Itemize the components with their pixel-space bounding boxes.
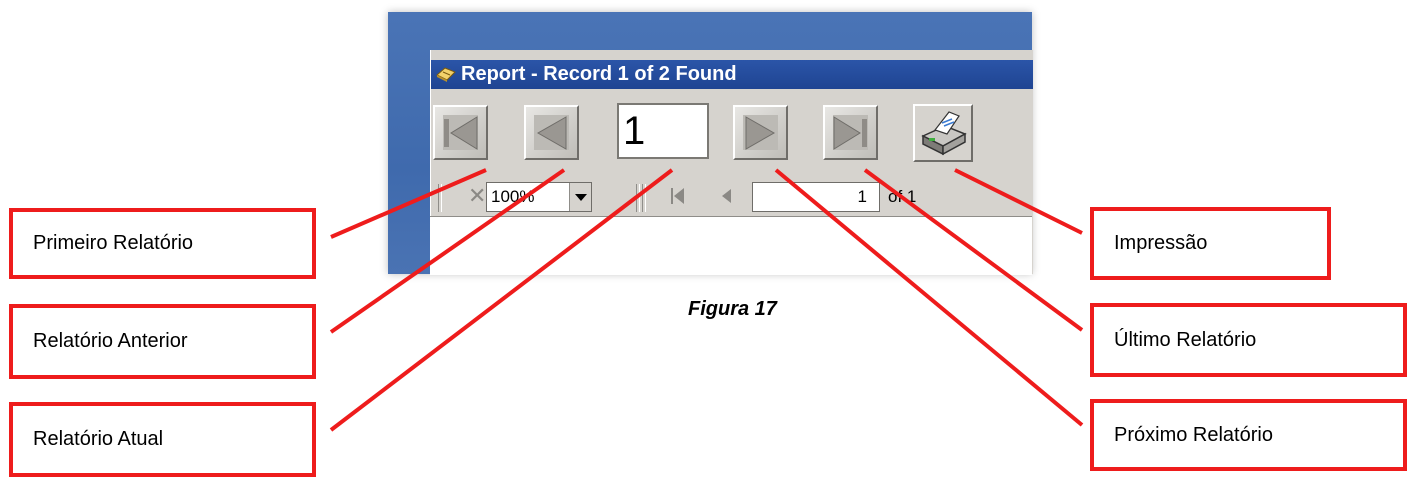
page-count-label: of 1 [888, 187, 917, 206]
zoom-value: 100% [491, 187, 535, 206]
page-number-input[interactable]: 1 [752, 182, 880, 212]
callout-print: Impressão [1090, 207, 1331, 280]
previous-page-icon[interactable] [720, 187, 732, 205]
toolbar-separator [636, 184, 640, 212]
callout-label: Primeiro Relatório [33, 232, 194, 254]
chevron-down-icon[interactable] [569, 183, 591, 211]
callout-label: Próximo Relatório [1114, 423, 1273, 446]
callout-next-record: Próximo Relatório [1090, 399, 1407, 471]
toolbar-separator [438, 184, 442, 212]
callout-label: Último Relatório [1114, 328, 1257, 351]
first-page-icon[interactable] [670, 186, 686, 206]
callout-last-record: Último Relatório [1090, 303, 1407, 377]
close-x-icon[interactable]: ✕ [468, 183, 486, 209]
report-content-area [430, 216, 1032, 275]
viewer-toolbar: ✕ 100% 1 of 1 [430, 178, 1032, 216]
figure-caption: Figura 17 [688, 298, 777, 320]
viewer-region: ✕ 100% 1 of 1 [430, 50, 1032, 275]
callout-label: Relatório Atual [33, 428, 164, 450]
callout-previous-record: Relatório Anterior [9, 304, 316, 379]
zoom-select[interactable]: 100% [486, 182, 592, 212]
callout-first-record: Primeiro Relatório [9, 208, 316, 279]
callout-label: Impressão [1114, 232, 1208, 254]
callout-current-record: Relatório Atual [9, 402, 316, 477]
callout-label: Relatório Anterior [33, 330, 188, 352]
toolbar-separator [642, 184, 646, 212]
